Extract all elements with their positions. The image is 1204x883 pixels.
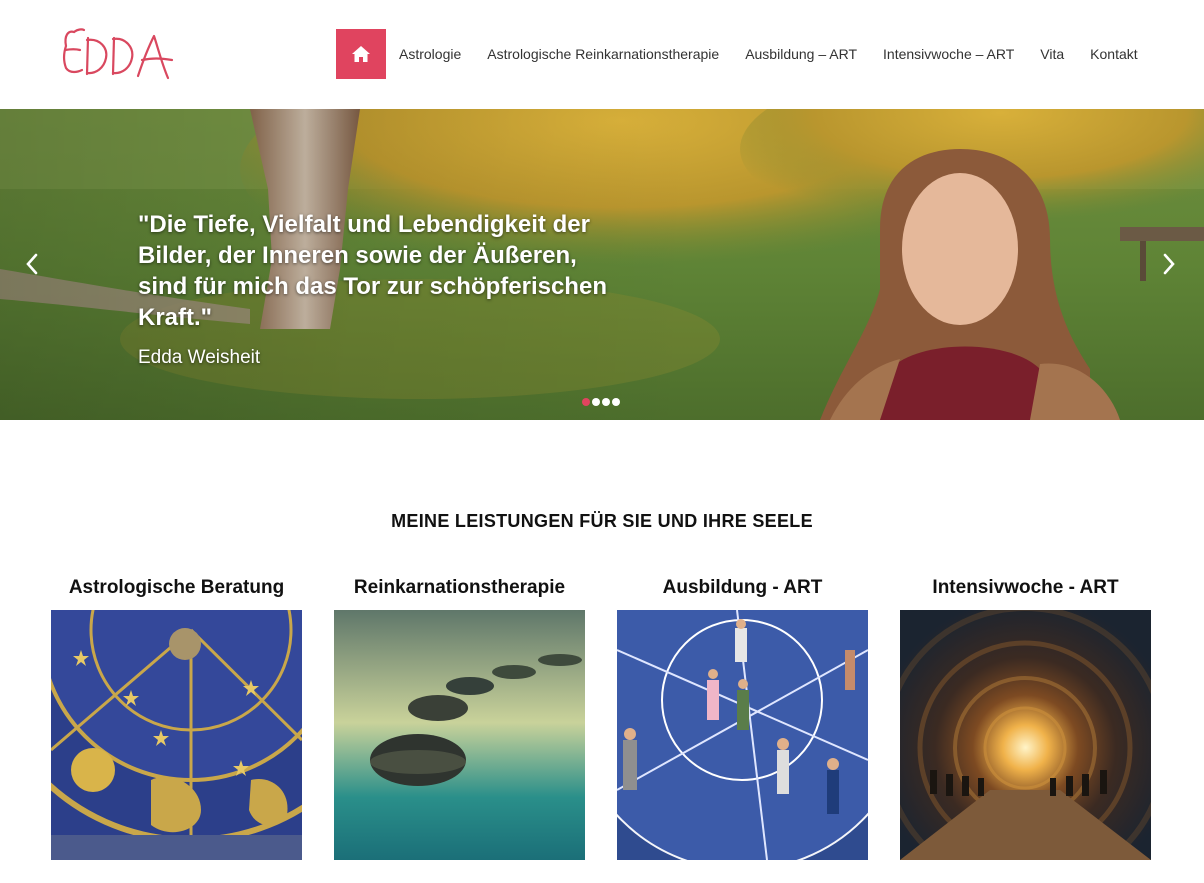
astrology-clock-image <box>51 610 302 860</box>
chevron-left-icon <box>26 253 38 275</box>
logo-edda <box>63 28 174 80</box>
slider-pagination <box>582 398 620 406</box>
card-image-astrology-clock[interactable] <box>51 610 302 860</box>
site-logo[interactable] <box>60 20 176 86</box>
hero-author: Edda Weisheit <box>138 347 261 368</box>
slider-dot-3[interactable] <box>602 398 610 406</box>
stepping-stones-image <box>334 610 585 860</box>
card-image-stepping-stones[interactable] <box>334 610 585 860</box>
slider-dot-4[interactable] <box>612 398 620 406</box>
card-title[interactable]: Reinkarnationstherapie <box>334 576 585 610</box>
card-title[interactable]: Ausbildung - ART <box>617 576 868 610</box>
home-button[interactable] <box>336 29 386 79</box>
home-icon <box>352 46 370 62</box>
nav-ausbildung-art[interactable]: Ausbildung – ART <box>732 29 870 79</box>
slider-dot-1[interactable] <box>582 398 590 406</box>
nav-kontakt[interactable]: Kontakt <box>1077 29 1150 79</box>
nav-intensivwoche-art[interactable]: Intensivwoche – ART <box>870 29 1027 79</box>
service-card-intensivwoche-art: Intensivwoche - ART <box>900 576 1151 860</box>
service-card-ausbildung-art: Ausbildung - ART <box>617 576 868 860</box>
nav-reinkarnationstherapie[interactable]: Astrologische Reinkarnationstherapie <box>474 29 732 79</box>
slider-prev-button[interactable] <box>17 249 47 279</box>
nav-vita[interactable]: Vita <box>1027 29 1077 79</box>
chevron-right-icon <box>1163 253 1175 275</box>
service-card-astrologische-beratung: Astrologische Beratung <box>51 576 302 860</box>
service-card-reinkarnationstherapie: Reinkarnationstherapie <box>334 576 585 860</box>
time-tunnel-image <box>900 610 1151 860</box>
hero-slider: "Die Tiefe, Vielfalt und Lebendigkeit de… <box>0 109 1204 420</box>
figures-zodiac-image <box>617 610 868 860</box>
card-image-figures-zodiac[interactable] <box>617 610 868 860</box>
services-heading: MEINE LEISTUNGEN FÜR SIE UND IHRE SEELE <box>391 511 813 531</box>
slider-dot-2[interactable] <box>592 398 600 406</box>
site-header: Astrologie Astrologische Reinkarnationst… <box>0 0 1204 109</box>
card-image-time-tunnel[interactable] <box>900 610 1151 860</box>
main-nav: Astrologie Astrologische Reinkarnationst… <box>336 29 1151 79</box>
card-title[interactable]: Intensivwoche - ART <box>900 576 1151 610</box>
hero-quote: "Die Tiefe, Vielfalt und Lebendigkeit de… <box>138 211 607 331</box>
card-title[interactable]: Astrologische Beratung <box>51 576 302 610</box>
nav-astrologie[interactable]: Astrologie <box>386 29 474 79</box>
slider-next-button[interactable] <box>1154 249 1184 279</box>
hero-caption: "Die Tiefe, Vielfalt und Lebendigkeit de… <box>138 209 608 369</box>
